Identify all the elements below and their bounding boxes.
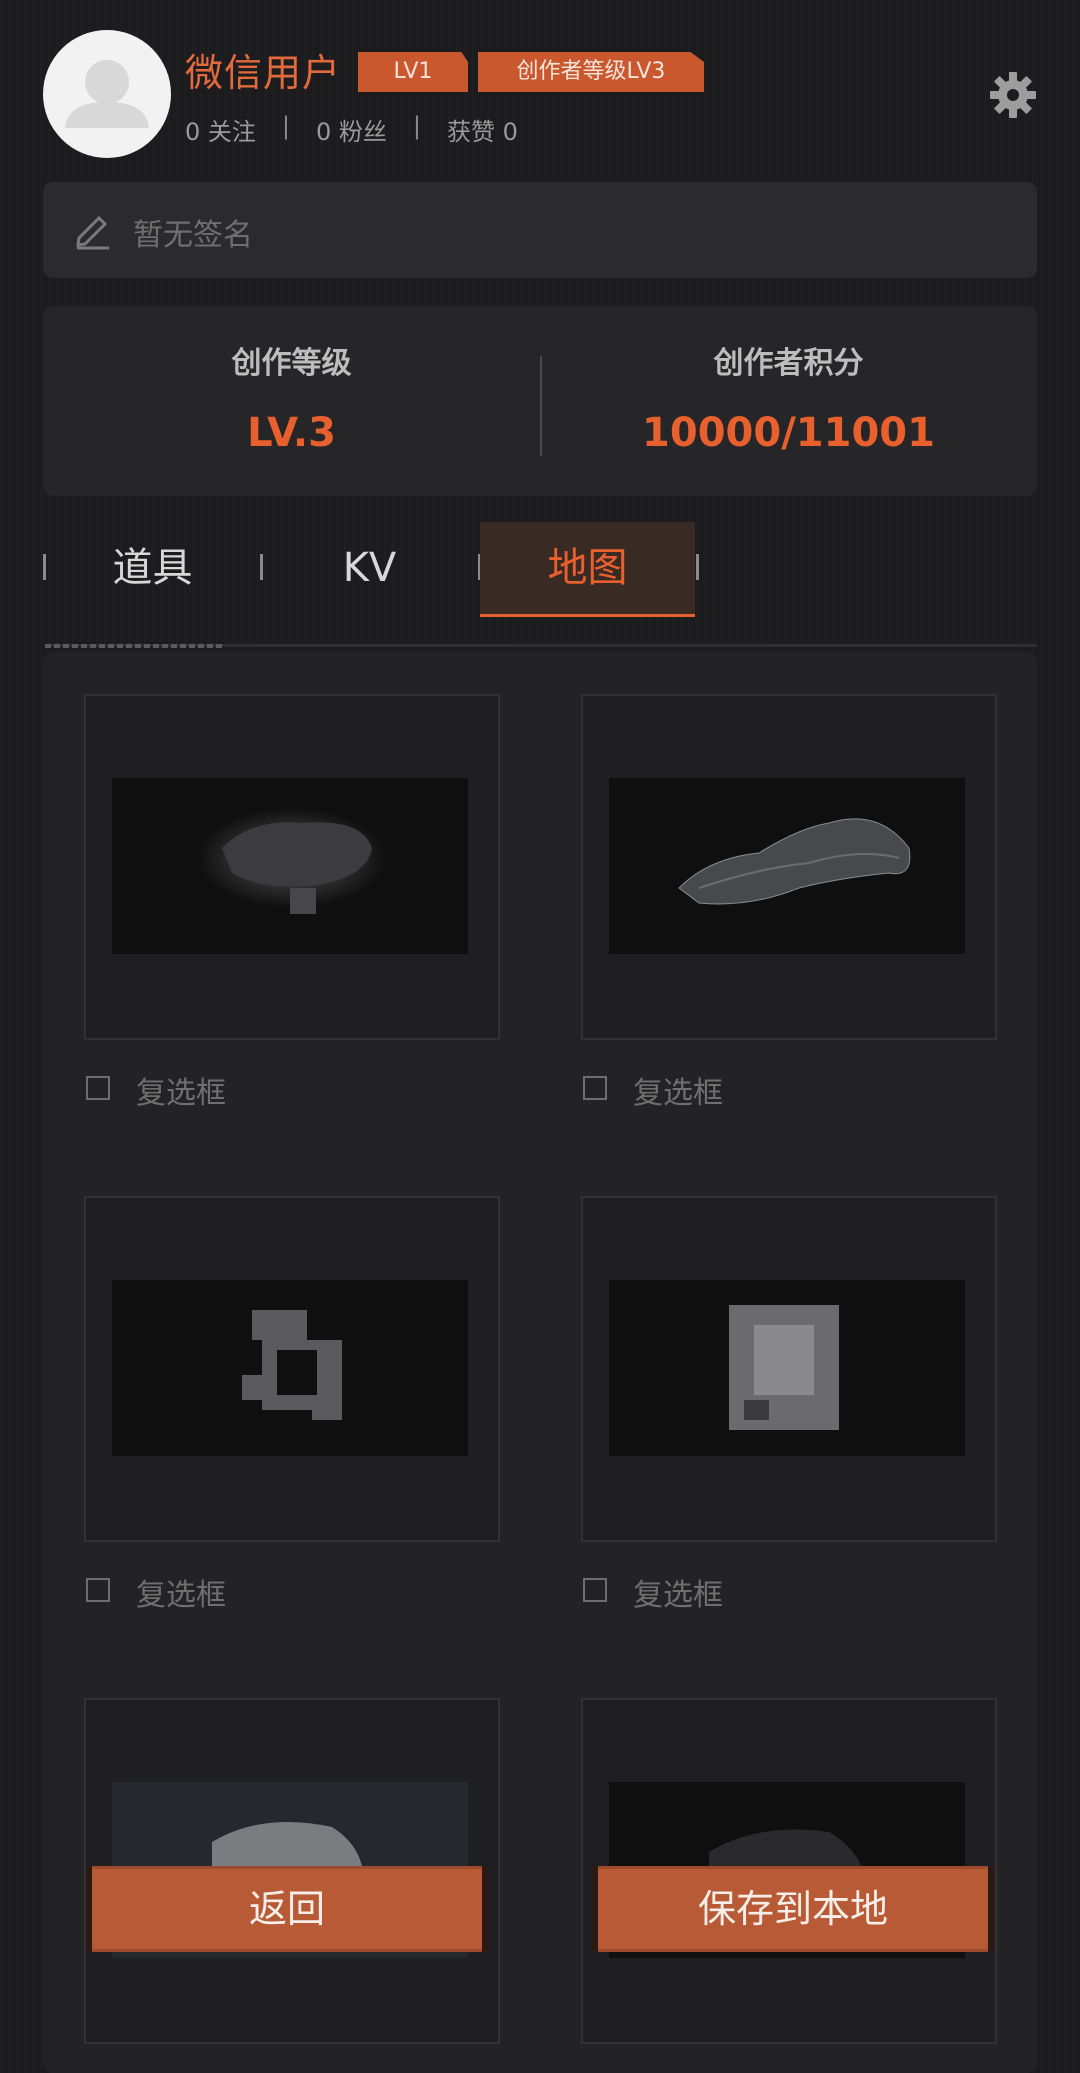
signature-text: 暂无签名	[133, 218, 253, 253]
stats-separator: |	[412, 112, 421, 140]
map-compound-image	[729, 1305, 839, 1430]
checkbox-label: 复选框	[136, 1578, 226, 1613]
creator-level-section: 创作等级 LV.3	[43, 306, 540, 496]
fans-count[interactable]: 0 粉丝	[316, 112, 387, 147]
checkbox[interactable]	[86, 1076, 110, 1100]
creator-level-title: 创作等级	[231, 346, 352, 381]
map-thumbnail	[112, 778, 468, 954]
likes-count: 获赞 0	[447, 118, 518, 146]
map-thumbnail	[609, 1280, 965, 1456]
profile-stats: 0 关注 | 0 粉丝 | 获赞 0	[185, 112, 518, 147]
map-thumbnail-card[interactable]	[581, 1196, 997, 1542]
checkbox-label: 复选框	[136, 1076, 226, 1111]
settings-gear-icon[interactable]	[988, 70, 1038, 120]
tab-kv[interactable]: KV	[262, 522, 477, 614]
tab-divider	[696, 554, 699, 580]
follow-count[interactable]: 0 关注	[185, 112, 256, 147]
signature-field[interactable]: 暂无签名	[43, 182, 1037, 278]
edit-pencil-icon	[73, 210, 113, 250]
checkbox[interactable]	[583, 1076, 607, 1100]
checkbox[interactable]	[86, 1578, 110, 1602]
avatar[interactable]	[43, 30, 171, 158]
checkbox-label: 复选框	[633, 1578, 723, 1613]
checkbox-label: 复选框	[633, 1076, 723, 1111]
map-thumbnail	[609, 778, 965, 954]
map-coast-image	[678, 818, 911, 905]
map-island-image	[197, 808, 387, 914]
tab-map[interactable]: 地图	[480, 522, 695, 617]
map-building-image	[242, 1310, 342, 1420]
checkbox[interactable]	[583, 1578, 607, 1602]
category-tabs: 道具 KV 地图	[0, 522, 1080, 617]
creator-level-value: LV.3	[247, 410, 336, 456]
map-thumbnail-card[interactable]	[84, 1196, 500, 1542]
stats-separator: |	[281, 112, 290, 140]
tab-items[interactable]: 道具	[45, 522, 260, 614]
map-thumbnail	[112, 1280, 468, 1456]
save-to-local-button[interactable]: 保存到本地	[592, 1866, 994, 1952]
app-screen: 微信用户 LV1 创作者等级LV3 0 关注 | 0 粉丝 | 获赞 0 暂无签…	[0, 0, 1080, 2073]
creator-points-section: 创作者积分 10000/11001	[540, 306, 1037, 496]
user-placeholder-icon	[65, 60, 149, 128]
creator-level-badge: 创作者等级LV3	[478, 52, 704, 92]
back-button[interactable]: 返回	[86, 1866, 488, 1952]
map-thumbnail-card[interactable]	[84, 694, 500, 1040]
creator-stats-panel: 创作等级 LV.3 创作者积分 10000/11001	[43, 306, 1037, 496]
username: 微信用户	[185, 51, 342, 95]
map-thumbnail-card[interactable]	[581, 694, 997, 1040]
user-level-badge: LV1	[358, 52, 468, 92]
tab-underline-accent	[45, 644, 225, 648]
creator-points-title: 创作者积分	[713, 346, 864, 381]
creator-points-value: 10000/11001	[642, 410, 935, 456]
